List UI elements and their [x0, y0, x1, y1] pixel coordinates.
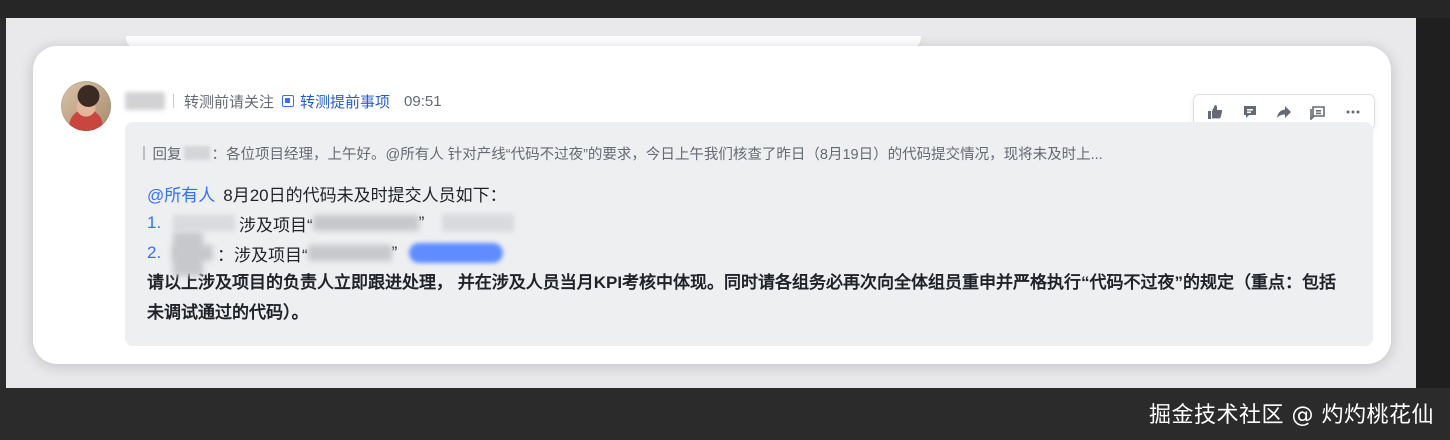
reply-quote[interactable]: 回复 ：各位项目经理，上午好。@所有人 针对产线“代码不过夜”的要求，今日上午我… [143, 143, 1353, 163]
message-card[interactable]: 转测前请关注 转测提前事项 09:51 回复 ：各位项目经理，上午好。@所有人 … [33, 46, 1391, 364]
sender-name-redacted [125, 92, 165, 110]
chat-screenshot-area: 转测前请关注 转测提前事项 09:51 回复 ：各位项目经理，上午好。@所有人 … [6, 18, 1416, 388]
right-dark-strip [1416, 18, 1450, 388]
reply-name-redacted [183, 146, 210, 160]
message-time: 09:51 [404, 92, 442, 110]
message-meta: 转测前请关注 转测提前事项 09:51 [173, 90, 442, 112]
project-name-redacted [312, 215, 419, 231]
instruction-paragraph: 请以上涉及项目的负责人立即跟进处理， 并在涉及人员当月KPI考核中体现。同时请各… [147, 273, 1337, 322]
source-credit: 掘金技术社区 @ 灼灼桃花仙 [1149, 403, 1434, 428]
message-body: @所有人 8月20日的代码未及时提交人员如下： 1. 涉及项目“ ” 2. ：涉… [147, 178, 1347, 328]
top-window-bar [0, 0, 1450, 18]
project-name-redacted [307, 245, 392, 261]
doc-link-icon [282, 95, 295, 107]
pinned-doc-link[interactable]: 转测提前事项 [300, 91, 390, 112]
message-heading: 8月20日的代码未及时提交人员如下： [223, 185, 507, 205]
list-item: 1. 涉及项目“ ” [147, 208, 1347, 238]
list-number: 2. [147, 243, 162, 262]
list-text: ：涉及项目“ [217, 245, 308, 265]
list-tail: ” [391, 243, 398, 262]
person-name-redacted [173, 215, 235, 231]
mention-redacted [442, 214, 515, 232]
list-tail: ” [418, 213, 425, 232]
list-avatar-redacted [173, 232, 203, 276]
meta-prefix: 转测前请关注 [184, 93, 275, 111]
reply-text: ：各位项目经理，上午好。@所有人 针对产线“代码不过夜”的要求，今日上午我们核查… [211, 146, 1103, 163]
message-bubble: 回复 ：各位项目经理，上午好。@所有人 针对产线“代码不过夜”的要求，今日上午我… [125, 122, 1373, 346]
message-heading-line: @所有人 8月20日的代码未及时提交人员如下： [147, 178, 1347, 208]
mention-chip-redacted [409, 243, 504, 263]
mention-all[interactable]: @所有人 [147, 181, 215, 206]
sender-avatar[interactable] [61, 81, 111, 131]
list-item: 2. ：涉及项目“ ” [147, 238, 1347, 268]
list-text: 涉及项目“ [239, 215, 313, 235]
reply-prefix: 回复 [152, 146, 182, 163]
meta-divider [173, 94, 174, 108]
reply-quote-bar [143, 146, 145, 160]
list-number: 1. [147, 213, 162, 232]
